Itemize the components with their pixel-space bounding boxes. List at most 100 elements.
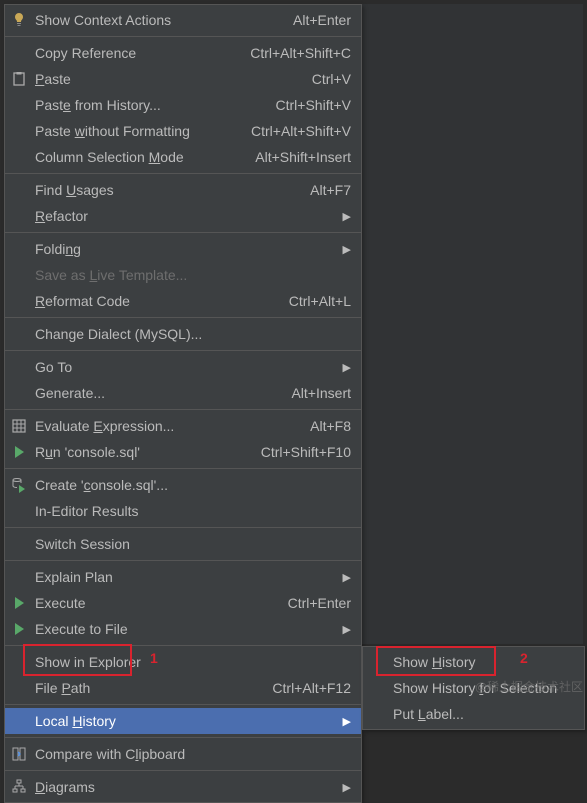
refactor[interactable]: Refactor▶ [5,203,361,229]
blank-icon [9,357,29,377]
paste-shortcut: Ctrl+V [312,71,351,87]
in-editor-results-label: In-Editor Results [35,503,351,519]
blank-icon [9,147,29,167]
copy-reference-shortcut: Ctrl+Alt+Shift+C [250,45,351,61]
execute-to-file[interactable]: Execute to File ▶ [5,616,361,642]
run-console[interactable]: Run 'console.sql'Ctrl+Shift+F10 [5,439,361,465]
mainMenu-separator [5,409,361,410]
switch-session-label: Switch Session [35,536,351,552]
mainMenu-separator [5,36,361,37]
grid-icon [9,416,29,436]
local-history[interactable]: Local History ▶ [5,708,361,734]
show-context-actions-shortcut: Alt+Enter [293,12,351,28]
paste[interactable]: Paste Ctrl+V [5,66,361,92]
evaluate-expression[interactable]: Evaluate Expression...Alt+F8 [5,413,361,439]
reformat-code-shortcut: Ctrl+Alt+L [289,293,351,309]
compare-with-clipboard-label: Compare with Clipboard [35,746,351,762]
generate-label: Generate... [35,385,271,401]
find-usages[interactable]: Find Usages Alt+F7 [5,177,361,203]
paste-from-history[interactable]: Paste from History...Ctrl+Shift+V [5,92,361,118]
execute[interactable]: Execute Ctrl+Enter [5,590,361,616]
file-path[interactable]: File PathCtrl+Alt+F12 [5,675,361,701]
blank-icon [9,206,29,226]
submenu-arrow-icon: ▶ [341,781,351,794]
blank-icon [9,383,29,403]
compare-with-clipboard[interactable]: Compare with Clipboard [5,741,361,767]
show-in-explorer-label: Show in Explorer [35,654,351,670]
submenu-arrow-icon: ▶ [341,715,351,728]
show-in-explorer[interactable]: Show in Explorer [5,649,361,675]
explain-plan[interactable]: Explain Plan ▶ [5,564,361,590]
create-console-label: Create 'console.sql'... [35,477,351,493]
mainMenu-separator [5,737,361,738]
execute-shortcut: Ctrl+Enter [288,595,351,611]
mainMenu-separator [5,173,361,174]
reformat-code-label: Reformat Code [35,293,269,309]
blank-icon [9,180,29,200]
blank-icon [9,567,29,587]
put-label[interactable]: Put Label... [363,701,584,727]
submenu-arrow-icon: ▶ [341,623,351,636]
create-console[interactable]: Create 'console.sql'... [5,472,361,498]
paste-label: Paste [35,71,292,87]
find-usages-label: Find Usages [35,182,290,198]
in-editor-results[interactable]: In-Editor Results [5,498,361,524]
diagrams[interactable]: Diagrams ▶ [5,774,361,800]
mainMenu-separator [5,468,361,469]
diagrams-label: Diagrams [35,779,333,795]
mainMenu-separator [5,645,361,646]
mainMenu-separator [5,232,361,233]
mainMenu-separator [5,317,361,318]
file-path-label: File Path [35,680,252,696]
show-history-for-selection[interactable]: Show History for Selection [363,675,584,701]
run-console-shortcut: Ctrl+Shift+F10 [261,444,351,460]
save-as-live-template-label: Save as Live Template... [35,267,351,283]
explain-plan-label: Explain Plan [35,569,333,585]
generate-shortcut: Alt+Insert [291,385,351,401]
refactor-label: Refactor [35,208,333,224]
play-icon [9,593,29,613]
save-as-live-template: Save as Live Template... [5,262,361,288]
execute-label: Execute [35,595,268,611]
reformat-code[interactable]: Reformat Code Ctrl+Alt+L [5,288,361,314]
blank-icon [9,265,29,285]
put-label-label: Put Label... [393,706,574,722]
show-history[interactable]: Show History [363,649,584,675]
column-selection-mode[interactable]: Column Selection ModeAlt+Shift+Insert [5,144,361,170]
copy-reference-label: Copy Reference [35,45,230,61]
evaluate-expression-label: Evaluate Expression... [35,418,290,434]
blank-icon [9,501,29,521]
execute-to-file-label: Execute to File [35,621,333,637]
column-selection-mode-label: Column Selection Mode [35,149,235,165]
diagram-icon [9,777,29,797]
bulb-icon [9,10,29,30]
folding-label: Folding [35,241,333,257]
blank-icon [367,678,387,698]
local-history-label: Local History [35,713,333,729]
show-context-actions[interactable]: Show Context ActionsAlt+Enter [5,7,361,33]
clipboard-icon [9,69,29,89]
show-history-for-selection-label: Show History for Selection [393,680,574,696]
go-to[interactable]: Go To ▶ [5,354,361,380]
submenu-arrow-icon: ▶ [341,361,351,374]
change-dialect-label: Change Dialect (MySQL)... [35,326,351,342]
go-to-label: Go To [35,359,333,375]
blank-icon [367,652,387,672]
mainMenu-separator [5,560,361,561]
find-usages-shortcut: Alt+F7 [310,182,351,198]
copy-reference[interactable]: Copy Reference Ctrl+Alt+Shift+C [5,40,361,66]
blank-icon [9,534,29,554]
blank-icon [9,121,29,141]
mainMenu-separator [5,770,361,771]
folding[interactable]: Folding ▶ [5,236,361,262]
change-dialect[interactable]: Change Dialect (MySQL)... [5,321,361,347]
generate[interactable]: Generate... Alt+Insert [5,380,361,406]
switch-session[interactable]: Switch Session [5,531,361,557]
paste-without-formatting[interactable]: Paste without FormattingCtrl+Alt+Shift+V [5,118,361,144]
submenu-arrow-icon: ▶ [341,243,351,256]
blank-icon [9,239,29,259]
submenu-arrow-icon: ▶ [341,571,351,584]
blank-icon [9,678,29,698]
context-menu: Show Context ActionsAlt+Enter Copy Refere… [4,4,362,803]
blank-icon [9,652,29,672]
